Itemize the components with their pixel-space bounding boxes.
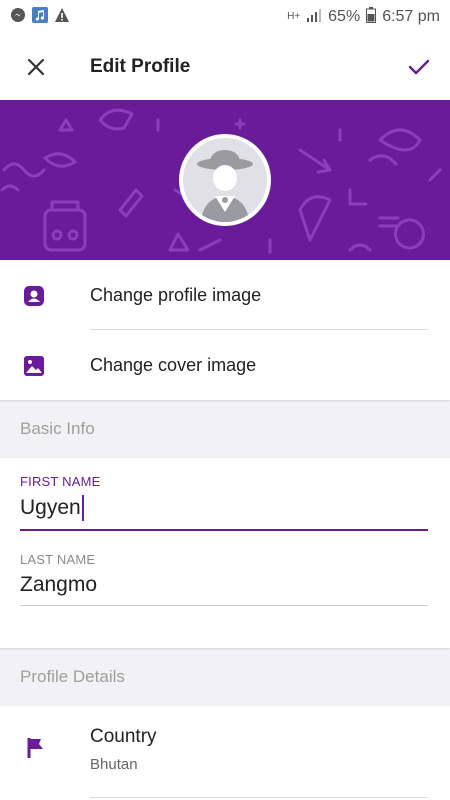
country-label: Country bbox=[90, 726, 157, 747]
status-time: 6:57 pm bbox=[382, 8, 440, 25]
status-left bbox=[10, 6, 70, 28]
profile-avatar[interactable] bbox=[179, 134, 271, 226]
first-name-input[interactable]: Ugyen bbox=[20, 495, 428, 521]
close-button[interactable] bbox=[22, 53, 50, 81]
change-cover-image-button[interactable]: Change cover image bbox=[0, 330, 450, 400]
status-bar: H+ 65% 6:57 pm bbox=[0, 0, 450, 34]
text-cursor bbox=[81, 495, 84, 521]
portrait-icon bbox=[24, 286, 44, 306]
save-button[interactable] bbox=[404, 52, 434, 82]
change-profile-image-label: Change profile image bbox=[90, 284, 262, 305]
last-name-value: Zangmo bbox=[20, 573, 98, 596]
last-name-label: LAST NAME bbox=[20, 552, 96, 567]
basic-info-form: FIRST NAME Ugyen LAST NAME Zangmo bbox=[0, 458, 450, 648]
battery-icon bbox=[366, 6, 377, 28]
page-title: Edit Profile bbox=[90, 56, 191, 77]
country-row[interactable]: Country Bhutan bbox=[0, 706, 450, 800]
battery-percent: 65% bbox=[328, 8, 361, 25]
change-profile-image-button[interactable]: Change profile image bbox=[0, 260, 450, 330]
image-icon bbox=[24, 356, 44, 376]
last-name-field[interactable]: LAST NAME Zangmo bbox=[20, 552, 428, 606]
close-icon bbox=[27, 58, 45, 76]
image-actions-card: Change profile image Change cover image bbox=[0, 260, 450, 400]
avatar-placeholder bbox=[183, 138, 267, 222]
first-name-underline bbox=[20, 529, 428, 531]
profile-details-header: Profile Details bbox=[20, 667, 125, 686]
flag-icon bbox=[27, 738, 43, 758]
edit-profile-screen: H+ 65% 6:57 pm Edit Profile Change profi… bbox=[0, 0, 450, 800]
check-icon bbox=[408, 59, 430, 75]
basic-info-header: Basic Info bbox=[20, 419, 95, 438]
profile-details-card: Country Bhutan bbox=[0, 706, 450, 800]
first-name-value: Ugyen bbox=[20, 496, 81, 519]
network-type: H+ bbox=[287, 11, 301, 22]
status-right: H+ 65% 6:57 pm bbox=[287, 6, 440, 28]
first-name-field[interactable]: FIRST NAME Ugyen bbox=[20, 474, 428, 531]
messenger-icon bbox=[10, 7, 26, 28]
change-cover-image-label: Change cover image bbox=[90, 354, 257, 375]
last-name-input[interactable]: Zangmo bbox=[20, 573, 428, 597]
first-name-label: FIRST NAME bbox=[20, 474, 101, 489]
divider bbox=[90, 797, 428, 798]
country-value: Bhutan bbox=[90, 756, 138, 773]
signal-icon bbox=[306, 8, 322, 27]
music-icon bbox=[32, 6, 48, 28]
cover-image[interactable] bbox=[0, 100, 450, 260]
last-name-underline bbox=[20, 605, 428, 606]
alert-icon bbox=[54, 7, 70, 28]
app-bar: Edit Profile bbox=[0, 34, 450, 100]
